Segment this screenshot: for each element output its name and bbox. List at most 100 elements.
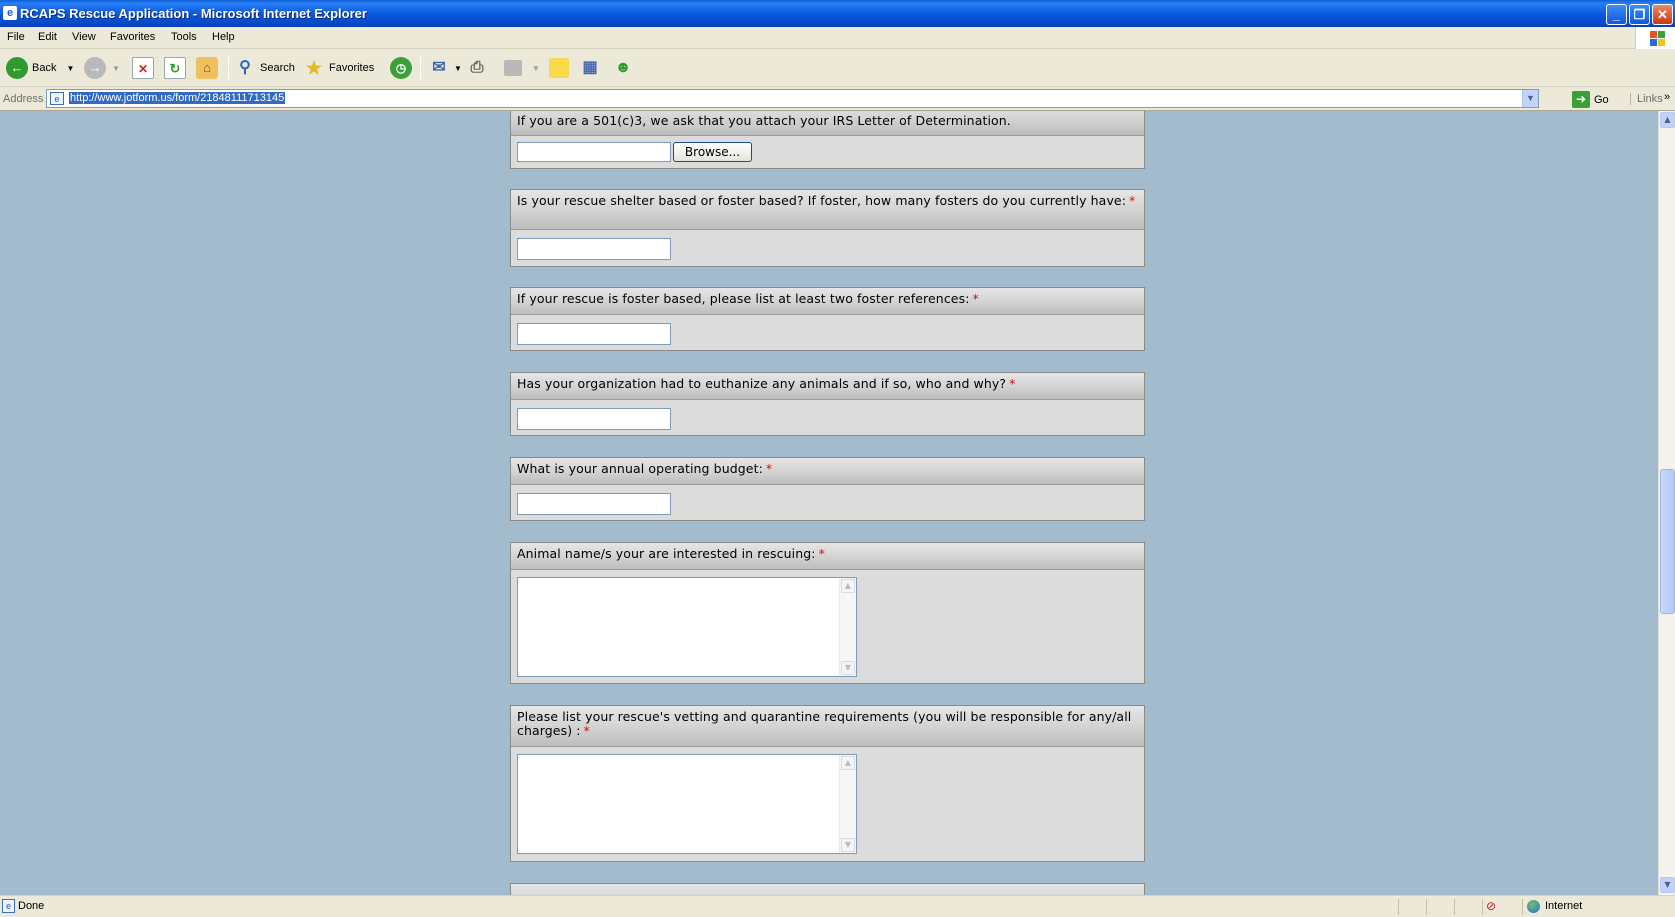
address-label: Address bbox=[3, 93, 44, 105]
browse-button[interactable]: Browse... bbox=[673, 142, 752, 162]
forward-button[interactable]: → ▼ bbox=[84, 55, 120, 81]
menu-edit[interactable]: Edit bbox=[38, 31, 57, 43]
textarea-scrollbar[interactable]: ▲ ▼ bbox=[839, 755, 856, 853]
page-viewport[interactable]: If you are a 501(c)3, we ask that you at… bbox=[0, 111, 1658, 895]
history-icon: ◷ bbox=[390, 57, 412, 79]
windows-logo-icon bbox=[1635, 27, 1675, 49]
question-next-partial bbox=[510, 883, 1145, 895]
page-done-icon: e bbox=[2, 899, 15, 913]
discuss-button[interactable] bbox=[549, 55, 573, 81]
scroll-down-icon[interactable]: ▼ bbox=[1660, 877, 1675, 893]
question-label: Please list your rescue's vetting and qu… bbox=[517, 709, 1132, 738]
links-button[interactable]: Links bbox=[1630, 93, 1663, 105]
search-label: Search bbox=[260, 62, 295, 74]
minimize-button[interactable]: _ bbox=[1606, 4, 1627, 25]
scroll-down-icon[interactable]: ▼ bbox=[841, 661, 855, 675]
edit-button[interactable]: ▼ bbox=[504, 55, 540, 81]
printer-icon: ⎙ bbox=[470, 59, 484, 76]
forward-dropdown-icon[interactable]: ▼ bbox=[112, 64, 120, 73]
edit-page-icon bbox=[504, 60, 522, 76]
scroll-up-icon[interactable]: ▲ bbox=[841, 756, 855, 770]
home-button[interactable]: ⌂ bbox=[196, 55, 222, 81]
mail-icon: ✉ bbox=[432, 59, 446, 76]
vetting-quarantine-textarea[interactable]: ▲ ▼ bbox=[517, 754, 857, 854]
page-icon: e bbox=[50, 92, 64, 105]
history-button[interactable]: ◷ bbox=[390, 55, 416, 81]
question-label: If you are a 501(c)3, we ask that you at… bbox=[517, 113, 1011, 128]
forward-arrow-icon: → bbox=[84, 57, 106, 79]
internet-zone-icon bbox=[1527, 900, 1540, 913]
menu-bar: File Edit View Favorites Tools Help bbox=[0, 27, 1675, 49]
stop-icon: ✕ bbox=[132, 57, 154, 79]
euthanize-input[interactable] bbox=[517, 408, 671, 430]
menu-favorites[interactable]: Favorites bbox=[110, 31, 155, 43]
privacy-icon[interactable]: ⊘ bbox=[1486, 899, 1496, 913]
address-url[interactable]: http://www.jotform.us/form/2184811171314… bbox=[69, 92, 286, 104]
restore-button[interactable]: ❐ bbox=[1629, 4, 1650, 25]
address-input[interactable]: e http://www.jotform.us/form/21848111713… bbox=[46, 89, 1539, 108]
question-animal-names: Animal name/s your are interested in res… bbox=[510, 542, 1145, 684]
textarea-scrollbar[interactable]: ▲ ▼ bbox=[839, 578, 856, 676]
favorites-button[interactable]: ★ Favorites bbox=[303, 55, 374, 81]
note-icon bbox=[549, 58, 569, 78]
scroll-up-icon[interactable]: ▲ bbox=[1660, 112, 1675, 128]
required-mark: * bbox=[583, 723, 590, 738]
question-foster-references: If your rescue is foster based, please l… bbox=[510, 287, 1145, 351]
back-button[interactable]: ← Back ▼ bbox=[6, 55, 74, 81]
mail-button[interactable]: ✉ ▼ bbox=[428, 55, 462, 81]
menu-help[interactable]: Help bbox=[212, 31, 235, 43]
address-dropdown-icon[interactable]: ▼ bbox=[1522, 90, 1538, 107]
refresh-button[interactable]: ↻ bbox=[164, 55, 190, 81]
shelter-foster-input[interactable] bbox=[517, 238, 671, 260]
go-arrow-icon: ➔ bbox=[1572, 91, 1590, 108]
messenger-button[interactable]: ☻ bbox=[612, 55, 638, 81]
status-text: Done bbox=[18, 900, 45, 912]
question-label: What is your annual operating budget: bbox=[517, 461, 763, 476]
close-button[interactable]: ✕ bbox=[1652, 4, 1673, 25]
edit-dropdown-icon[interactable]: ▼ bbox=[532, 64, 540, 73]
question-irs-letter: If you are a 501(c)3, we ask that you at… bbox=[510, 111, 1145, 169]
back-label: Back bbox=[32, 62, 57, 74]
scroll-thumb[interactable] bbox=[1660, 469, 1675, 614]
required-mark: * bbox=[972, 291, 979, 306]
menu-view[interactable]: View bbox=[72, 31, 96, 43]
back-dropdown-icon[interactable]: ▼ bbox=[66, 64, 74, 73]
links-chevron-icon[interactable]: » bbox=[1664, 91, 1670, 103]
required-mark: * bbox=[1009, 376, 1016, 391]
foster-references-input[interactable] bbox=[517, 323, 671, 345]
stop-button[interactable]: ✕ bbox=[132, 55, 158, 81]
home-icon: ⌂ bbox=[196, 57, 218, 79]
file-path-input[interactable] bbox=[517, 142, 671, 162]
address-bar: Address e http://www.jotform.us/form/218… bbox=[0, 87, 1675, 111]
operating-budget-input[interactable] bbox=[517, 493, 671, 515]
page-scrollbar[interactable]: ▲ ▼ bbox=[1658, 111, 1675, 895]
refresh-icon: ↻ bbox=[164, 57, 186, 79]
research-button[interactable]: ▦ bbox=[579, 55, 605, 81]
question-label: Animal name/s your are interested in res… bbox=[517, 546, 816, 561]
question-vetting-quarantine: Please list your rescue's vetting and qu… bbox=[510, 705, 1145, 862]
required-mark: * bbox=[1129, 193, 1136, 208]
question-operating-budget: What is your annual operating budget: * bbox=[510, 457, 1145, 521]
standard-toolbar: ← Back ▼ → ▼ ✕ ↻ ⌂ ⚲ Search ★ Favorites … bbox=[0, 49, 1675, 87]
window-title: RCAPS Rescue Application - Microsoft Int… bbox=[20, 6, 367, 21]
animal-names-textarea[interactable]: ▲ ▼ bbox=[517, 577, 857, 677]
search-button[interactable]: ⚲ Search bbox=[234, 55, 295, 81]
mail-dropdown-icon[interactable]: ▼ bbox=[454, 64, 462, 73]
search-icon: ⚲ bbox=[239, 59, 251, 76]
required-mark: * bbox=[765, 461, 773, 476]
question-label: Is your rescue shelter based or foster b… bbox=[517, 193, 1127, 208]
required-mark: * bbox=[818, 546, 825, 561]
go-label: Go bbox=[1594, 93, 1609, 106]
window-titlebar[interactable]: e RCAPS Rescue Application - Microsoft I… bbox=[0, 0, 1675, 27]
zone-label: Internet bbox=[1545, 900, 1583, 912]
menu-tools[interactable]: Tools bbox=[171, 31, 197, 43]
messenger-icon: ☻ bbox=[614, 59, 632, 76]
research-icon: ▦ bbox=[582, 59, 598, 76]
menu-file[interactable]: File bbox=[7, 31, 25, 43]
scroll-up-icon[interactable]: ▲ bbox=[841, 579, 855, 593]
go-button[interactable]: ➔ Go bbox=[1572, 91, 1609, 108]
question-euthanize: Has your organization had to euthanize a… bbox=[510, 372, 1145, 436]
print-button[interactable]: ⎙ bbox=[466, 55, 492, 81]
scroll-down-icon[interactable]: ▼ bbox=[841, 838, 855, 852]
question-label: Has your organization had to euthanize a… bbox=[517, 376, 1007, 391]
